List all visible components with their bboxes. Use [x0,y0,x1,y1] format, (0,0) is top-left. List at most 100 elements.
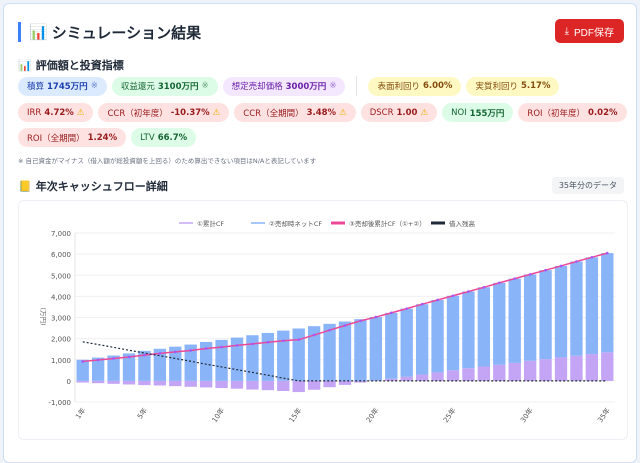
bar-cumulative-cf [539,359,551,381]
y-tick-label: 0 [67,378,71,386]
warning-icon: ⚠ [420,108,428,118]
metric-chip: 積算1745万円※ [18,77,107,96]
metric-value: 3100万円 [158,80,199,92]
line-point [159,352,162,355]
bar-net-sale-cf [339,322,351,381]
line-point [421,303,424,306]
metric-label: 表面利回り [377,80,420,92]
metric-label: CCR（全期間） [243,107,303,119]
line-point [143,354,146,357]
warning-icon: ⚠ [339,108,347,118]
bar-net-sale-cf [354,319,366,381]
bar-cumulative-cf [246,381,258,390]
metric-label: 想定売却価格 [232,80,283,92]
metric-value: 0.02% [588,108,618,118]
bar-cumulative-cf [200,381,212,388]
y-axis-label: (万円) [39,308,47,326]
cashflow-chart-card: ①累計CF②売却時ネットCF③売却後累計CF（①+②）借入残高7,0006,00… [18,200,628,440]
legend-item[interactable]: ②売却時ネットCF [251,219,322,228]
metric-value: 6.00% [423,81,453,91]
x-tick-label: 20年 [364,406,381,424]
x-tick-label: 25年 [441,406,458,424]
bar-cumulative-cf [185,381,197,387]
pdf-save-button[interactable]: ⤓PDF保存 [555,19,624,43]
x-tick-label: 15年 [287,406,304,424]
footnote: ※ 自己資金がマイナス（借入額が総投資額を上回る）のため算出できない項目はN/A… [18,155,316,165]
y-tick-label: 1,000 [51,357,71,365]
bar-cumulative-cf [339,381,351,385]
y-tick-label: 3,000 [51,315,71,323]
asterisk-note: ※ [329,81,336,91]
metric-chip: ROI（初年度）0.02% [518,103,626,122]
y-tick-label: 5,000 [51,272,71,280]
line-point [513,277,516,280]
line-point [452,294,455,297]
legend-item[interactable]: 借入残高 [431,219,476,228]
bar-net-sale-cf [323,324,335,381]
line-point [81,360,84,363]
metrics-heading: 📊評価額と投資指標 [18,57,124,73]
bar-net-sale-cf [586,257,598,354]
warning-icon: ⚠ [77,108,85,118]
line-point [483,286,486,289]
line-point [220,346,223,349]
line-point [375,316,378,319]
bar-cumulative-cf [138,381,150,385]
metric-chip: 想定売却価格3000万円※ [223,77,346,96]
bar-cumulative-cf [262,381,274,390]
bar-cumulative-cf [231,381,243,389]
line-point [112,357,115,360]
bar-net-sale-cf [601,253,613,352]
legend-item[interactable]: ③売却後累計CF（①+②） [331,219,426,228]
bar-chart-icon: 📊 [18,59,32,72]
bar-net-sale-cf [431,300,443,372]
metric-value: 5.17% [521,81,551,91]
line-point [128,356,131,359]
simulation-result-panel: 📊シミュレーション結果 ⤓PDF保存 📊評価額と投資指標 積算1745万円※収益… [3,3,637,463]
metric-label: 積算 [27,80,44,92]
bar-cumulative-cf [586,354,598,381]
bar-net-sale-cf [262,333,274,381]
metric-chip: LTV66.7% [131,128,196,147]
line-point [467,290,470,293]
y-tick-label: 6,000 [51,251,71,259]
bar-net-sale-cf [570,262,582,356]
bar-cumulative-cf [169,381,181,386]
metric-chip: IRR4.72%⚠ [18,103,93,122]
metric-label: ROI（全期間） [27,132,85,144]
bar-net-sale-cf [555,266,567,357]
bar-cumulative-cf [478,367,490,381]
y-tick-label: 2,000 [51,336,71,344]
bar-net-sale-cf [246,335,258,381]
metric-value: 1745万円 [47,80,88,92]
bar-net-sale-cf [539,270,551,359]
line-point [591,256,594,259]
bar-cumulative-cf [601,352,613,381]
x-tick-label: 1年 [73,406,87,421]
bar-chart-icon: 📊 [29,23,48,41]
metric-label: LTV [140,133,155,143]
bar-cumulative-cf [401,377,413,381]
asterisk-note: ※ [91,81,98,91]
legend-item[interactable]: ①累計CF [179,219,224,228]
line-point [297,338,300,341]
page-title: 📊シミュレーション結果 [18,22,201,42]
line-point [390,312,393,315]
bar-cumulative-cf [416,375,428,381]
metric-label: CCR（初年度） [107,107,167,119]
metric-value: -10.37% [171,108,210,118]
metric-value: 4.72% [44,108,74,118]
metric-chip: NOI155万円 [442,103,513,122]
legend-label: ③売却後累計CF（①+②） [349,219,426,228]
cashflow-chart: ①累計CF②売却時ネットCF③売却後累計CF（①+②）借入残高7,0006,00… [19,201,629,441]
line-point [498,282,501,285]
bar-net-sale-cf [385,313,397,379]
line-point [405,307,408,310]
data-count-badge: 35年分のデータ [552,177,624,194]
line-point [236,344,239,347]
line-point [359,320,362,323]
divider [356,76,357,96]
bar-net-sale-cf [231,338,243,381]
bar-cumulative-cf [107,381,119,384]
bar-cumulative-cf [277,381,289,391]
